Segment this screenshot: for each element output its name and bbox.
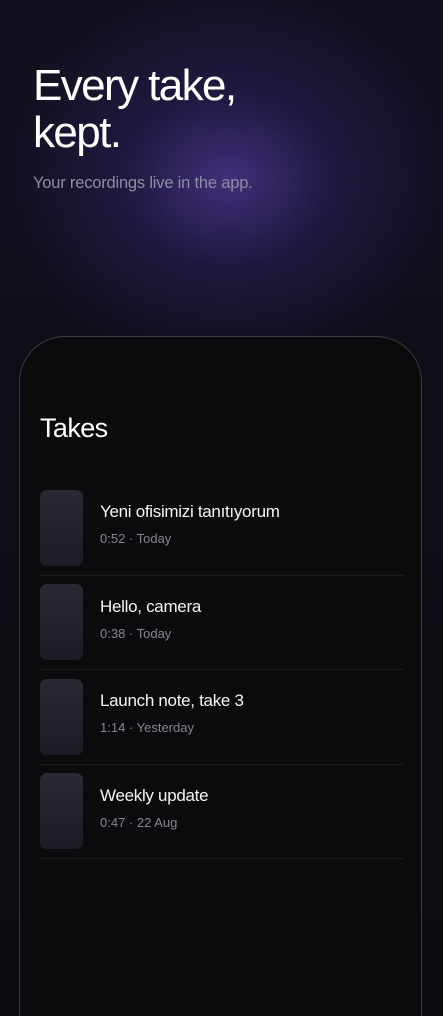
take-row[interactable]: Launch note, take 3 1:14 · Yesterday xyxy=(40,670,404,765)
take-info: Yeni ofisimizi tanıtıyorum 0:52 · Today xyxy=(100,501,280,548)
take-thumbnail xyxy=(40,773,83,850)
take-meta: 0:47 · 22 Aug xyxy=(100,814,178,830)
takes-screen-title: Takes xyxy=(40,413,108,443)
take-meta: 0:52 · Today xyxy=(100,531,172,547)
phone-mockup: Takes Yeni ofisimizi tanıtıyorum 0:52 · … xyxy=(19,336,422,1016)
take-title: Hello, camera xyxy=(100,596,201,616)
take-info: Weekly update 0:47 · 22 Aug xyxy=(100,785,209,832)
take-info: Hello, camera 0:38 · Today xyxy=(100,596,201,643)
take-meta: 1:14 · Yesterday xyxy=(100,720,194,736)
take-thumbnail xyxy=(40,489,83,566)
hero-section: Every take, kept. Your recordings live i… xyxy=(33,62,413,194)
take-thumbnail xyxy=(40,678,83,755)
hero-title: Every take, kept. xyxy=(33,61,237,157)
take-title: Weekly update xyxy=(100,785,209,805)
take-row[interactable]: Weekly update 0:47 · 22 Aug xyxy=(40,765,404,859)
takes-list: Yeni ofisimizi tanıtıyorum 0:52 · Today … xyxy=(40,481,404,859)
take-info: Launch note, take 3 1:14 · Yesterday xyxy=(100,690,244,737)
take-row[interactable]: Yeni ofisimizi tanıtıyorum 0:52 · Today xyxy=(40,481,404,576)
take-meta: 0:38 · Today xyxy=(100,625,172,641)
take-row[interactable]: Hello, camera 0:38 · Today xyxy=(40,576,404,670)
take-title: Yeni ofisimizi tanıtıyorum xyxy=(100,502,280,522)
hero-subtitle: Your recordings live in the app. xyxy=(33,174,253,192)
take-thumbnail xyxy=(40,584,83,661)
take-title: Launch note, take 3 xyxy=(100,691,244,711)
